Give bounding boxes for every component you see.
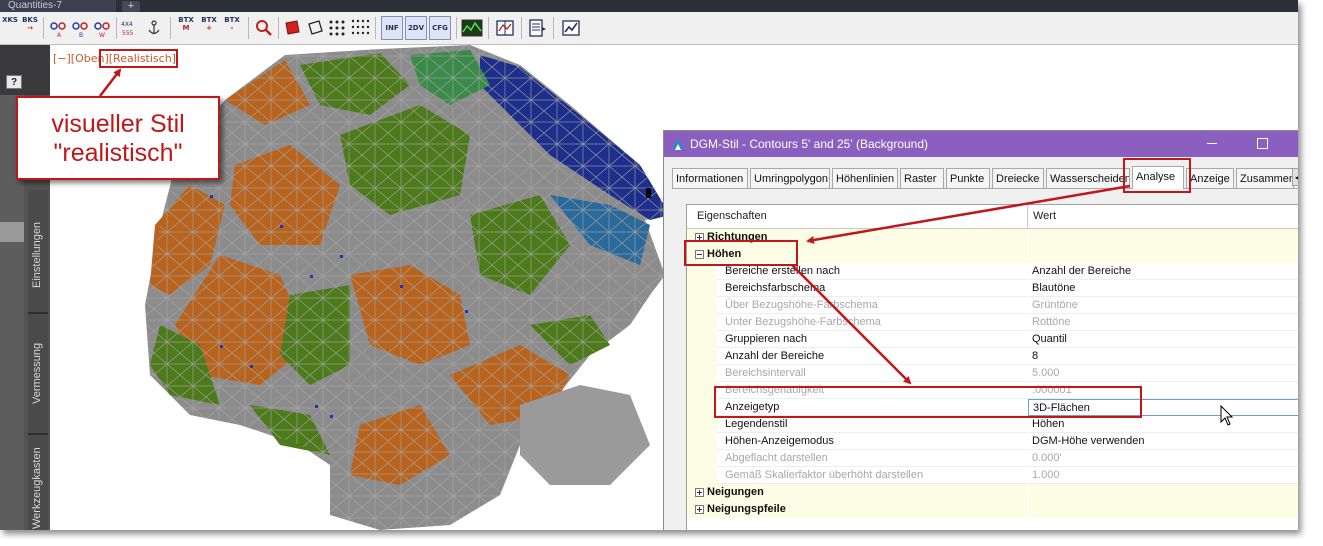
- annotation-arrows: [99, 68, 1131, 385]
- screenshot-frame: Quantities-7 + XKS BKS → A B W 4X4 555 BTX…: [0, 0, 1298, 530]
- arrow-to-visual-style: [99, 68, 122, 97]
- mouse-pointer-icon: [1220, 405, 1234, 426]
- arrow-to-anzeigetyp: [791, 264, 912, 385]
- tab-analyse[interactable]: Analyse: [1132, 166, 1184, 189]
- arrow-to-hoehen: [806, 184, 1131, 244]
